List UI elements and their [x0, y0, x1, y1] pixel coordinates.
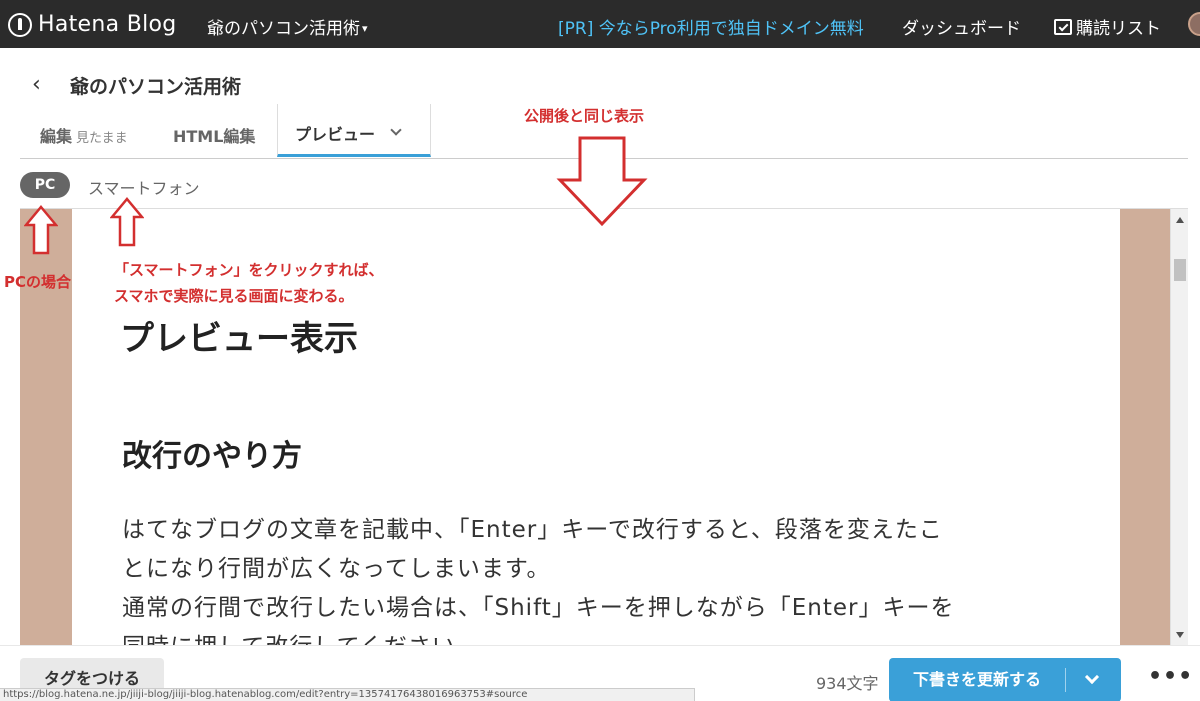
up-arrow-pc-icon	[24, 205, 58, 255]
app-root: Hatena Blog 爺のパソコン活用術 ▾ [PR] 今ならPro利用で独自ド…	[0, 0, 1200, 701]
pen-icon	[8, 12, 32, 37]
device-pc-button[interactable]: PC	[20, 172, 70, 198]
tab-html-edit[interactable]: HTML編集	[173, 123, 255, 147]
char-count: 934文字	[816, 674, 879, 693]
entry-title: プレビュー表示	[120, 319, 358, 359]
paragraph-line: 同時に押して改行してください。	[122, 628, 1082, 645]
tab-edit[interactable]: 編集 見たまま	[40, 123, 128, 147]
page-title: 爺のパソコン活用術	[70, 76, 242, 98]
logo-text: Hatena Blog	[38, 12, 177, 37]
update-draft-button[interactable]: 下書きを更新する	[889, 658, 1121, 701]
tab-edit-mode: 見たまま	[76, 131, 128, 146]
blog-selector-label: 爺のパソコン活用術	[207, 19, 360, 39]
mailbox-icon	[1054, 18, 1072, 35]
hatena-logo[interactable]: Hatena Blog	[8, 12, 177, 37]
top-bar: Hatena Blog 爺のパソコン活用術 ▾ [PR] 今ならPro利用で独自ド…	[0, 0, 1200, 48]
paragraph-line: 通常の行間で改行したい場合は、「Shift」キーを押しながら「Enter」キーを	[122, 595, 955, 621]
annotation-smartphone-line1: 「スマートフォン」をクリックすれば、	[114, 261, 384, 279]
scrollbar-thumb[interactable]	[1174, 259, 1186, 281]
device-smartphone-button[interactable]: スマートフォン	[88, 175, 200, 199]
update-draft-label: 下書きを更新する	[912, 670, 1041, 689]
tab-preview-label: プレビュー	[295, 125, 376, 144]
status-bar-url: https://blog.hatena.ne.jp/jiiji-blog/jii…	[0, 688, 695, 701]
blog-background-right	[1120, 209, 1170, 645]
preview-scrollbar[interactable]	[1170, 209, 1188, 645]
dashboard-link[interactable]: ダッシュボード	[902, 14, 1021, 39]
scroll-down-icon[interactable]	[1176, 632, 1184, 638]
tab-edit-label: 編集	[40, 127, 73, 146]
annotation-same-as-published: 公開後と同じ表示	[524, 107, 645, 125]
avatar[interactable]	[1188, 12, 1200, 36]
scroll-up-icon[interactable]	[1176, 217, 1184, 223]
entry-paragraph: はてなブログの文章を記載中、「Enter」キーで改行すると、段落を変えたこ とに…	[122, 511, 1082, 645]
annotation-smartphone-line2: スマホで実際に見る画面に変わる。	[114, 287, 354, 305]
caret-down-icon: ▾	[362, 22, 368, 35]
paragraph-line: とになり行間が広くなってしまいます。	[122, 556, 551, 582]
subscribe-list-link[interactable]: 購読リスト	[1054, 14, 1161, 39]
annotation-pc: PCの場合	[4, 273, 72, 291]
tab-preview[interactable]: プレビュー	[277, 104, 431, 157]
up-arrow-smartphone-icon	[110, 197, 144, 247]
button-divider	[1065, 668, 1066, 692]
chevron-down-icon	[390, 124, 402, 136]
back-chevron-icon[interactable]: ‹	[32, 72, 41, 97]
annotation-smartphone: 「スマートフォン」をクリックすれば、 スマホで実際に見る画面に変わる。	[114, 257, 384, 309]
subscribe-list-label: 購読リスト	[1076, 19, 1161, 39]
entry-heading: 改行のやり方	[122, 439, 302, 474]
pr-link[interactable]: [PR] 今ならPro利用で独自ドメイン無料	[558, 14, 864, 39]
blog-selector[interactable]: 爺のパソコン活用術 ▾	[207, 14, 368, 39]
chevron-down-icon[interactable]	[1084, 669, 1100, 685]
more-options-icon[interactable]: •••	[1148, 664, 1193, 689]
big-down-arrow-icon	[556, 136, 648, 227]
paragraph-line: はてなブログの文章を記載中、「Enter」キーで改行すると、段落を変えたこ	[122, 517, 943, 543]
